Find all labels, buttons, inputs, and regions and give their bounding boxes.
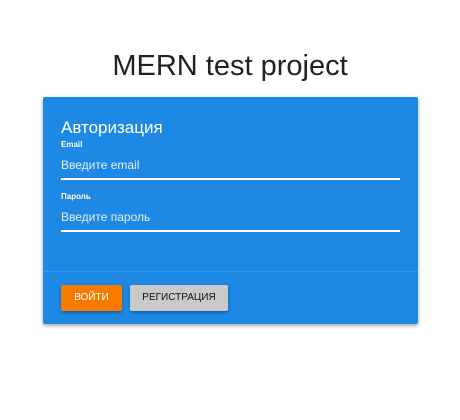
password-input[interactable]: [61, 204, 400, 232]
auth-card: Авторизация Email Пароль ВОЙТИ РЕГИСТРАЦ…: [43, 97, 418, 324]
card-action-divider: [43, 271, 418, 272]
auth-card-title: Авторизация: [61, 118, 163, 137]
register-button[interactable]: РЕГИСТРАЦИЯ: [130, 285, 228, 311]
login-button[interactable]: ВОЙТИ: [61, 285, 122, 311]
email-label: Email: [61, 140, 83, 149]
email-input[interactable]: [61, 152, 400, 180]
page-title: MERN test project: [112, 50, 348, 82]
password-label: Пароль: [61, 192, 91, 201]
auth-card-content: Авторизация Email Пароль: [43, 97, 418, 271]
